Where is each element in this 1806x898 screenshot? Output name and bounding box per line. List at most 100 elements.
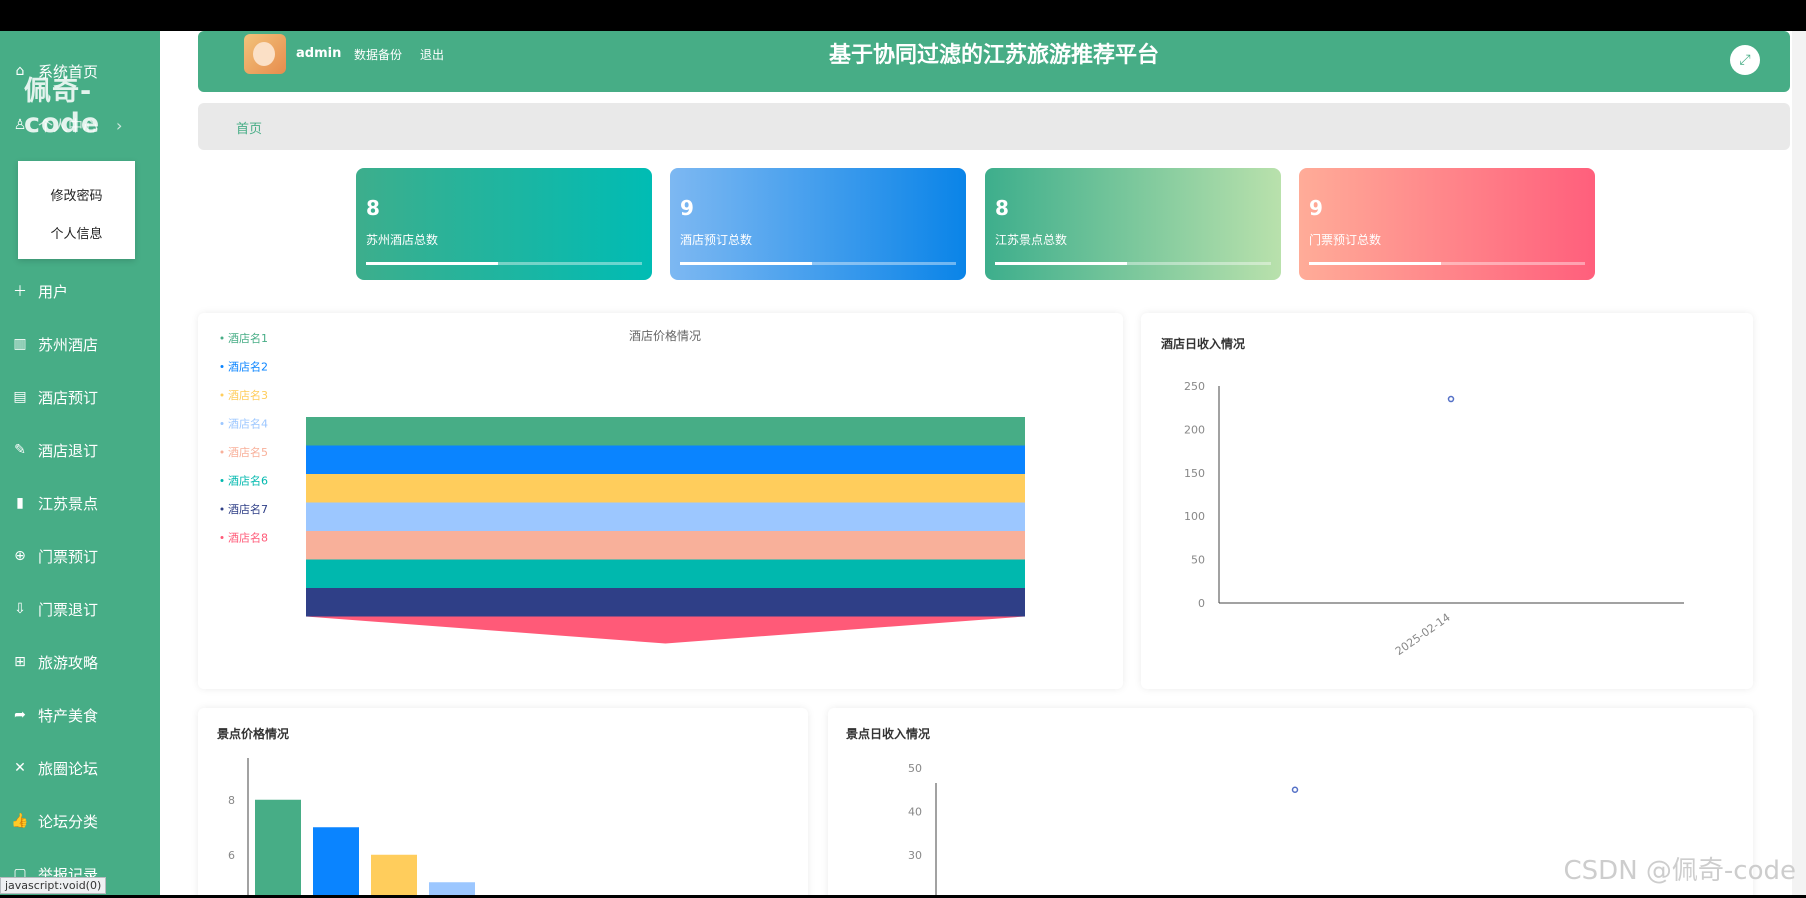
hotel-revenue-panel: 酒店日收入情况 0 50 100 150 200 250 2025-02-14 [1141,313,1753,689]
breadcrumb: 首页 [198,103,1790,150]
personal-info-item[interactable]: 个人信息 [18,223,135,242]
attraction-revenue-title: 景点日收入情况 [846,727,931,741]
sidebar: ⌂ 系统首页 ♙ 个人中心 › 佩奇-code 修改密码 个人信息 ＋用户 ▥ 苏州酒… [0,31,160,895]
stat-label: 门票预订总数 [1309,233,1382,247]
sidebar-item-label: 特产美食 [38,706,99,725]
bar [371,854,417,895]
thumb-icon: 👍 [11,813,29,829]
legend-dot [220,393,224,397]
stat-label: 酒店预订总数 [680,233,753,247]
legend-dot [220,450,224,454]
page-title: 基于协同过滤的江苏旅游推荐平台 [828,43,1159,68]
x-tick-label: 2025-02-14 [1393,611,1453,658]
share-icon: ➦ [14,707,26,723]
stat-value: 8 [995,196,1009,220]
y-tick-label: 250 [1184,380,1205,393]
legend-item: 酒店名2 [228,360,268,374]
csdn-watermark: CSDN @佩奇-code [1563,856,1796,886]
bar [313,827,359,895]
sidebar-item-label: 酒店退订 [38,441,99,460]
edit-icon: ✎ [14,442,26,458]
attraction-price-panel: 景点价格情况 468 [198,708,808,895]
sidebar-item-hotels[interactable]: ▥ 苏州酒店 [0,328,160,360]
stat-value: 9 [1309,196,1323,220]
sidebar-item-forum[interactable]: ✕ 旅圈论坛 [0,752,160,784]
y-tick-label: 30 [908,849,922,862]
add-circle-icon: ⊕ [14,548,26,564]
legend-dot [220,422,224,425]
stat-card-attractions: 8 江苏景点总数 [985,168,1281,280]
legend-item: 酒店名7 [228,502,268,516]
stat-card-tickets: 9 门票预订总数 [1299,168,1595,280]
top-header: admin 数据备份 退出 基于协同过滤的江苏旅游推荐平台 ⤢ [198,31,1790,92]
chart-title: 酒店价格情况 [629,328,701,343]
legend-item: 酒店名1 [228,331,268,345]
hotel-price-funnel-chart: 酒店价格情况 酒店名1 酒店名2 酒店名3 酒店名4 酒店名5 酒店名6 酒店名7 酒店名8 [220,328,1025,644]
stat-progress [366,262,642,265]
building-icon: ▥ [13,336,27,352]
sidebar-item-label: 苏州酒店 [38,335,99,354]
legend-item: 酒店名5 [228,445,268,459]
y-tick-label: 8 [228,794,235,807]
stat-progress [995,262,1271,265]
funnel-segment [306,474,1025,503]
sidebar-item-label: 江苏景点 [38,494,99,513]
sidebar-item-attractions[interactable]: ▮ 江苏景点 [0,487,160,519]
y-tick-label: 40 [908,806,922,819]
hotel-price-panel: 酒店价格情况 酒店名1 酒店名2 酒店名3 酒店名4 酒店名5 酒店名6 酒店名7 酒店名8 [198,313,1123,689]
sidebar-item-label: 门票预订 [38,547,99,566]
stat-card-hotel-bookings: 9 酒店预订总数 [670,168,966,280]
stat-progress [1309,262,1585,265]
funnel-segment [306,588,1025,617]
breadcrumb-home[interactable]: 首页 [236,118,262,137]
close-icon: ✕ [14,760,26,776]
y-tick-label: 50 [908,762,922,775]
hotel-revenue-chart: 0 50 100 150 200 250 2025-02-14 [1184,380,1684,658]
fullscreen-icon[interactable]: ⤢ [1730,45,1760,75]
y-tick-label: 200 [1184,423,1205,436]
y-tick-label: 150 [1184,467,1205,480]
legend-dot [220,336,224,340]
stat-value: 8 [366,196,380,220]
sidebar-item-ticket-cancel[interactable]: ⇩ 门票退订 [0,593,160,625]
stat-label: 江苏景点总数 [995,233,1068,247]
sidebar-item-hotel-cancel[interactable]: ✎ 酒店退订 [0,434,160,466]
y-tick-label: 100 [1184,510,1205,523]
sidebar-item-label: 用户 [38,282,69,301]
y-tick-label: 6 [228,849,235,862]
grid-icon: ⊞ [14,654,26,670]
data-point [1291,786,1299,793]
card-icon: ▤ [13,389,27,405]
app-page: ⌂ 系统首页 ♙ 个人中心 › 佩奇-code 修改密码 个人信息 ＋用户 ▥ 苏州酒… [0,31,1806,895]
sidebar-item-hotel-booking[interactable]: ▤ 酒店预订 [0,381,160,413]
legend-item: 酒店名8 [228,531,268,545]
change-password-item[interactable]: 修改密码 [18,185,135,204]
status-bar-link: javascript:void(0) [0,877,107,894]
sidebar-item-label: 论坛分类 [38,812,99,831]
attraction-price-bar-chart: 468 [228,758,475,895]
funnel-segment [306,445,1025,474]
sidebar-item-users[interactable]: ＋ 用户 [0,275,160,307]
vertical-scrollbar[interactable] [1792,31,1806,895]
y-tick-label: 50 [1191,554,1205,567]
data-point [1447,395,1455,403]
sidebar-item-travel-guide[interactable]: ⊞ 旅游攻略 [0,646,160,678]
sidebar-item-ticket-booking[interactable]: ⊕ 门票预订 [0,540,160,572]
bar [429,882,475,895]
legend-item: 酒店名4 [228,417,268,431]
funnel-segment [306,531,1025,560]
personal-center-dropdown: 修改密码 个人信息 [18,161,135,259]
funnel-segment [306,502,1025,531]
sidebar-item-label: 酒店预订 [38,388,99,407]
stat-value: 9 [680,196,694,220]
legend-item: 酒店名6 [228,474,268,488]
download-icon: ⇩ [14,601,26,617]
sidebar-item-forum-category[interactable]: 👍 论坛分类 [0,805,160,837]
sidebar-item-local-food[interactable]: ➦ 特产美食 [0,699,160,731]
bar [255,799,301,895]
legend-item: 酒店名3 [228,388,268,402]
legend-dot [220,536,224,539]
chart-icon: ▮ [16,495,24,511]
legend-dot [220,479,224,482]
funnel-segment [306,417,1025,446]
